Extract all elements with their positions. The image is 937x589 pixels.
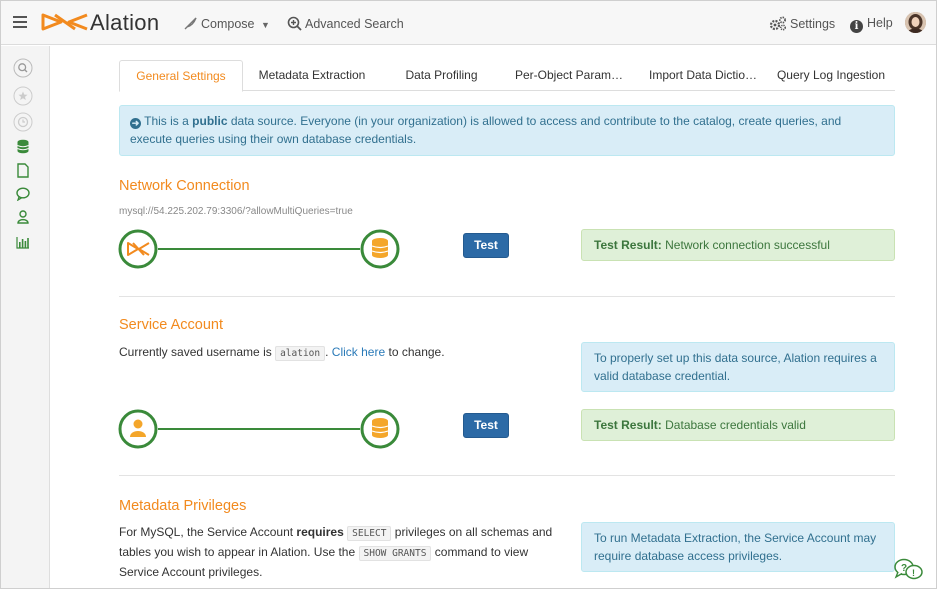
metadata-privileges-title: Metadata Privileges <box>119 498 247 514</box>
privileges-text-1: For MySQL, the Service Account <box>119 525 294 539</box>
advanced-search-label: Advanced Search <box>305 17 404 31</box>
notice-public-bold: public <box>192 114 228 128</box>
advanced-search-icon <box>287 16 302 31</box>
network-connection-title: Network Connection <box>119 178 250 194</box>
credential-info-box: To properly set up this data source, Ala… <box>581 342 895 392</box>
privileges-requires-bold: requires <box>296 525 344 539</box>
user-icon[interactable] <box>13 207 33 227</box>
change-username-link[interactable]: Click here <box>332 345 385 359</box>
username-prefix: Currently saved username is <box>119 345 272 359</box>
select-code: SELECT <box>347 526 392 541</box>
network-result-text: Network connection successful <box>665 238 830 252</box>
user-node-icon <box>118 409 158 449</box>
show-grants-code: SHOW GRANTS <box>358 546 432 561</box>
section-divider <box>119 475 895 476</box>
public-datasource-notice: ➜ This is a public data source. Everyone… <box>119 105 895 156</box>
privileges-info-box: To run Metadata Extraction, the Service … <box>581 522 895 572</box>
tab-query-log-ingestion[interactable]: Query Log Ingestion <box>767 60 895 91</box>
alation-logo-icon[interactable] <box>41 11 89 33</box>
service-test-result: Test Result: Database credentials valid <box>581 409 895 441</box>
privileges-description: For MySQL, the Service Account requires … <box>119 523 567 582</box>
service-account-username-line: Currently saved username is alation. Cli… <box>119 345 445 361</box>
hamburger-menu-icon[interactable] <box>13 16 27 28</box>
service-result-label: Test Result: <box>594 418 662 432</box>
database-icon[interactable] <box>13 136 33 156</box>
network-test-button[interactable]: Test <box>463 233 509 258</box>
help-link[interactable]: i Help <box>850 16 893 33</box>
network-test-result: Test Result: Network connection successf… <box>581 229 895 261</box>
user-avatar[interactable] <box>905 12 926 33</box>
notice-suffix: data source. Everyone (in your organizat… <box>130 114 842 146</box>
info-circle-icon: ➜ <box>130 118 141 129</box>
left-sidebar <box>1 46 50 588</box>
tab-import-data-dictionary[interactable]: Import Data Dictio… <box>641 60 765 91</box>
chat-icon[interactable] <box>13 184 33 204</box>
tab-metadata-extraction[interactable]: Metadata Extraction <box>248 60 376 91</box>
app-window: Alation Compose ▼ Advanced Search Settin… <box>0 0 937 589</box>
tab-data-profiling[interactable]: Data Profiling <box>389 60 494 91</box>
document-icon[interactable] <box>13 160 33 180</box>
settings-tabs: General Settings Metadata Extraction Dat… <box>119 60 895 92</box>
network-connection-diagram <box>118 229 400 269</box>
tab-general-settings[interactable]: General Settings <box>119 60 243 92</box>
brand-name[interactable]: Alation <box>90 10 159 36</box>
settings-link[interactable]: Settings <box>769 16 835 31</box>
settings-label: Settings <box>790 17 836 31</box>
svg-text:!: ! <box>912 568 915 578</box>
feedback-chat-icon[interactable]: ? ! <box>893 557 925 583</box>
info-icon: i <box>850 20 863 33</box>
section-divider <box>119 296 895 297</box>
help-label: Help <box>867 16 893 30</box>
gears-icon <box>769 16 787 31</box>
service-result-text: Database credentials valid <box>665 418 806 432</box>
username-suffix: to change. <box>388 345 445 359</box>
search-icon[interactable] <box>13 58 33 78</box>
compose-menu[interactable]: Compose ▼ <box>184 16 270 31</box>
service-test-button[interactable]: Test <box>463 413 509 438</box>
advanced-search-link[interactable]: Advanced Search <box>287 16 404 31</box>
network-result-label: Test Result: <box>594 238 662 252</box>
top-nav-bar: Alation Compose ▼ Advanced Search Settin… <box>1 1 936 45</box>
caret-down-icon: ▼ <box>260 20 270 30</box>
compose-label: Compose <box>201 17 255 31</box>
avatar-portrait-icon <box>905 12 926 33</box>
quill-icon <box>184 17 197 30</box>
notice-prefix: This is a <box>144 114 189 128</box>
tab-per-object-parameters[interactable]: Per-Object Param… <box>509 60 629 91</box>
database-orange-icon <box>371 418 389 438</box>
star-icon[interactable] <box>13 86 33 106</box>
service-account-title: Service Account <box>119 317 223 333</box>
clock-icon[interactable] <box>13 112 33 132</box>
service-account-diagram <box>118 409 400 449</box>
chart-icon[interactable] <box>13 232 33 252</box>
connection-uri: mysql://54.225.202.79:3306/?allowMultiQu… <box>119 206 353 217</box>
database-orange-icon <box>371 238 389 258</box>
username-code: alation <box>275 346 326 361</box>
